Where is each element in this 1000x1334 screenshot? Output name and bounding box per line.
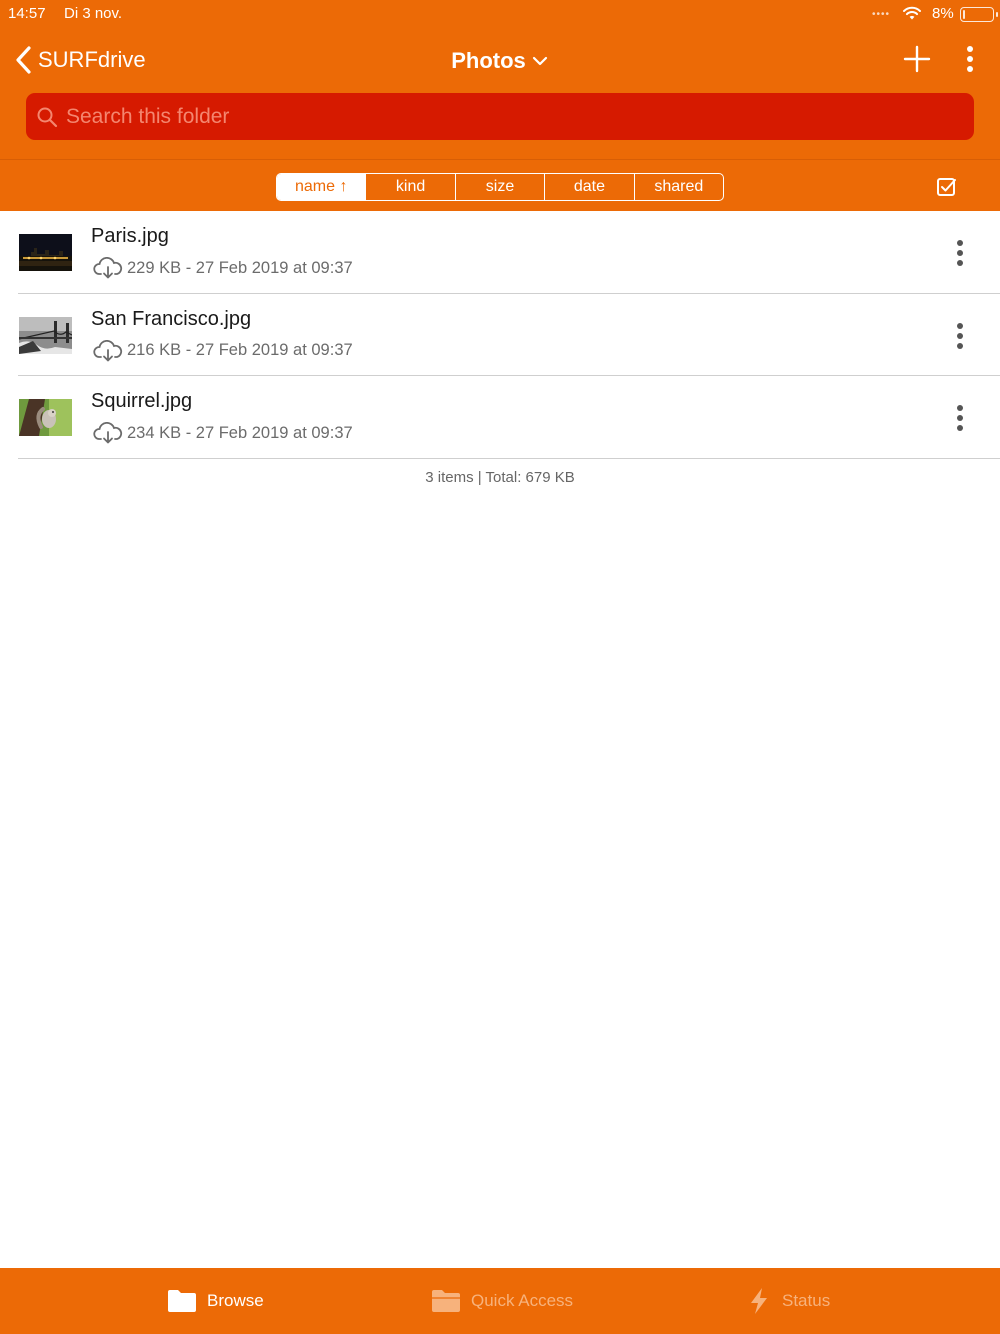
search-input[interactable] [66,104,946,129]
row-divider [18,457,1000,459]
more-vertical-icon[interactable] [960,44,980,74]
file-thumbnail [19,316,72,354]
tab-browse[interactable]: Browse [167,1268,264,1334]
folder-icon [168,1290,196,1312]
file-thumbnail [19,399,72,436]
file-list: Paris.jpg 229 KB - 27 Feb 2019 at 09:37 Sa… [0,211,1000,459]
status-date: Di 3 nov. [64,5,123,22]
signal-icon: •••• [872,9,891,20]
more-vertical-icon[interactable] [950,320,970,352]
back-button[interactable]: SURFdrive [14,44,146,76]
file-meta: 229 KB - 27 Feb 2019 at 09:37 [93,257,353,279]
tab-quick-access[interactable]: Quick Access [431,1268,573,1334]
file-meta: 234 KB - 27 Feb 2019 at 09:37 [93,422,353,444]
status-bar: 14:57 Di 3 nov. •••• 8% [0,0,1000,28]
more-vertical-icon[interactable] [950,402,970,434]
chevron-left-icon [16,46,31,74]
status-time: 14:57 [8,5,46,22]
tab-label: Browse [207,1291,264,1310]
chevron-down-icon [532,56,547,66]
battery-level [963,10,966,19]
checkbox-select-icon[interactable] [936,176,958,198]
file-name: San Francisco.jpg [91,307,252,330]
navigation-bar: SURFdrive Photos [0,30,1000,88]
file-row[interactable]: Paris.jpg 229 KB - 27 Feb 2019 at 09:37 [0,211,1000,294]
search-icon [37,107,58,127]
battery-icon [960,7,998,22]
sort-bar: name ↑ kind size date shared [0,159,1000,211]
sort-option-shared[interactable]: shared [633,174,723,200]
file-row[interactable]: Squirrel.jpg 234 KB - 27 Feb 2019 at 09:3… [0,376,1000,459]
sort-segmented-control: name ↑ kind size date shared [276,173,724,201]
file-row[interactable]: San Francisco.jpg 216 KB - 27 Feb 2019 at… [0,294,1000,376]
tab-label: Quick Access [471,1291,574,1310]
sort-option-date[interactable]: date [544,174,633,200]
plus-icon[interactable] [902,44,932,74]
file-meta-text: 234 KB - 27 Feb 2019 at 09:37 [127,423,353,442]
file-meta-text: 229 KB - 27 Feb 2019 at 09:37 [127,258,353,277]
sort-option-name[interactable]: name ↑ [277,174,366,200]
file-name: Squirrel.jpg [91,390,193,412]
tab-status[interactable]: Status [746,1268,830,1334]
lightning-icon [751,1288,767,1314]
cloud-download-icon [93,257,123,279]
cloud-download-icon [93,422,123,444]
page-title: Photos [451,48,526,73]
tab-label: Status [782,1291,831,1310]
header: 14:57 Di 3 nov. •••• 8% SURFdrive Photos [0,0,1000,211]
back-label: SURFdrive [38,47,146,72]
battery-percent: 8% [932,5,954,22]
file-meta: 216 KB - 27 Feb 2019 at 09:37 [93,339,353,362]
file-name: Paris.jpg [91,225,169,247]
folder-summary: 3 items | Total: 679 KB [425,469,575,486]
cloud-download-icon [93,339,123,361]
folder-open-icon [432,1290,460,1312]
wifi-icon [903,6,921,20]
sort-option-kind[interactable]: kind [365,174,454,200]
more-vertical-icon[interactable] [950,237,970,269]
file-meta-text: 216 KB - 27 Feb 2019 at 09:37 [127,341,353,359]
sort-option-size[interactable]: size [454,174,544,200]
tab-bar: Browse Quick Access Status [0,1268,1000,1334]
file-thumbnail [19,234,72,271]
folder-title-button[interactable]: Photos [440,46,560,76]
search-bar[interactable] [26,93,974,140]
